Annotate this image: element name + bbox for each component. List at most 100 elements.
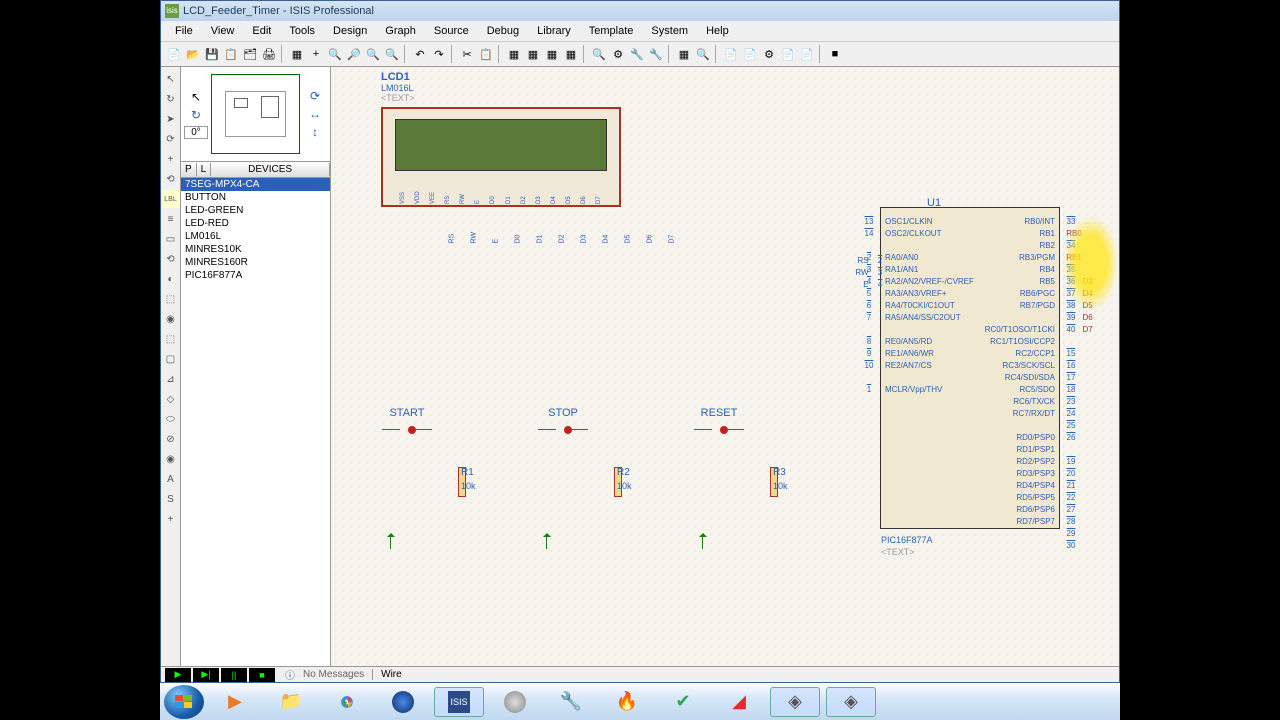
toolbar-btn-4[interactable]: 🗂 — [241, 45, 259, 63]
lcd-body[interactable]: VSSVDDVEERSRWED0D1D2D3D4D5D6D7 — [381, 107, 621, 207]
toolbar-btn-7[interactable]: ▦ — [288, 45, 306, 63]
isis-taskbar-icon[interactable]: ISIS — [434, 687, 484, 717]
button-circuit-reset[interactable]: RESET R310k — [649, 407, 789, 557]
mode-tool-22[interactable]: + — [162, 510, 180, 528]
toolbar-btn-2[interactable]: 💾 — [203, 45, 221, 63]
toolbar-btn-15[interactable]: ↷ — [430, 45, 448, 63]
mode-tool-10[interactable]: ◐ — [162, 270, 180, 288]
lcd-component[interactable]: LCD1 LM016L <TEXT> VSSVDDVEERSRWED0D1D2D… — [381, 71, 621, 207]
menu-library[interactable]: Library — [529, 23, 579, 39]
app-icon-diamond2[interactable]: ◈ — [826, 687, 876, 717]
mode-tool-6[interactable]: LBL — [162, 190, 180, 208]
menu-debug[interactable]: Debug — [479, 23, 527, 39]
toolbar-btn-0[interactable]: 📄 — [165, 45, 183, 63]
stop-button[interactable]: ■ — [249, 668, 275, 682]
start-button[interactable] — [164, 685, 204, 719]
mode-tool-5[interactable]: ⟲ — [162, 170, 180, 188]
toolbar-btn-21[interactable]: ▦ — [524, 45, 542, 63]
app-icon-tool[interactable]: 🔧 — [546, 687, 596, 717]
toolbar-btn-10[interactable]: 🔎 — [345, 45, 363, 63]
mode-tool-15[interactable]: ⊿ — [162, 370, 180, 388]
menu-edit[interactable]: Edit — [244, 23, 279, 39]
button-circuit-start[interactable]: START R110k — [337, 407, 477, 557]
toolbar-btn-20[interactable]: ▦ — [505, 45, 523, 63]
device-item[interactable]: BUTTON — [181, 191, 330, 204]
flip-v-icon[interactable]: ↕ — [312, 125, 318, 139]
toolbar-btn-11[interactable]: 🔍 — [364, 45, 382, 63]
toolbar-btn-27[interactable]: 🔧 — [628, 45, 646, 63]
toolbar-btn-9[interactable]: 🔍 — [326, 45, 344, 63]
step-button[interactable]: ▶| — [193, 668, 219, 682]
toolbar-btn-8[interactable]: + — [307, 45, 325, 63]
mode-tool-13[interactable]: ⬚ — [162, 330, 180, 348]
device-item[interactable]: MINRES10K — [181, 243, 330, 256]
arrow-cursor-icon[interactable]: ↖ — [191, 90, 201, 104]
mode-tool-4[interactable]: + — [162, 150, 180, 168]
device-item[interactable]: LED-RED — [181, 217, 330, 230]
mode-tool-9[interactable]: ⟲ — [162, 250, 180, 268]
refresh-icon[interactable]: ⟳ — [310, 89, 320, 103]
mode-tool-1[interactable]: ↻ — [162, 90, 180, 108]
mode-tool-19[interactable]: ◉ — [162, 450, 180, 468]
device-item[interactable]: LM016L — [181, 230, 330, 243]
menu-template[interactable]: Template — [581, 23, 642, 39]
switch-symbol[interactable] — [694, 423, 744, 437]
mode-tool-12[interactable]: ◉ — [162, 310, 180, 328]
toolbar-btn-39[interactable]: ■ — [826, 45, 844, 63]
switch-symbol[interactable] — [538, 423, 588, 437]
pick-button[interactable]: P — [181, 163, 197, 176]
mcu-body[interactable]: 131423456789101 OSC1/CLKINOSC2/CLKOUT RA… — [880, 207, 1060, 529]
flip-h-icon[interactable]: ↔ — [309, 107, 321, 121]
toolbar-btn-18[interactable]: 📋 — [477, 45, 495, 63]
toolbar-btn-33[interactable]: 📄 — [722, 45, 740, 63]
toolbar-btn-22[interactable]: ▦ — [543, 45, 561, 63]
library-button[interactable]: L — [197, 163, 212, 176]
mode-tool-16[interactable]: ◇ — [162, 390, 180, 408]
menu-source[interactable]: Source — [426, 23, 477, 39]
device-item[interactable]: LED-GREEN — [181, 204, 330, 217]
app-icon-red[interactable]: ◢ — [714, 687, 764, 717]
switch-symbol[interactable] — [382, 423, 432, 437]
device-list[interactable]: 7SEG-MPX4-CABUTTONLED-GREENLED-REDLM016L… — [181, 178, 330, 666]
toolbar-btn-26[interactable]: ⚙ — [609, 45, 627, 63]
mode-tool-7[interactable]: ≡ — [162, 210, 180, 228]
mode-tool-3[interactable]: ⟳ — [162, 130, 180, 148]
explorer-icon[interactable]: 📁 — [266, 687, 316, 717]
media-player-icon[interactable]: ▶ — [210, 687, 260, 717]
play-button[interactable]: ▶ — [165, 668, 191, 682]
menu-help[interactable]: Help — [698, 23, 737, 39]
toolbar-btn-36[interactable]: 📄 — [779, 45, 797, 63]
app-icon-gray[interactable] — [490, 687, 540, 717]
menu-view[interactable]: View — [203, 23, 243, 39]
mode-tool-21[interactable]: S — [162, 490, 180, 508]
overview-thumbnail[interactable] — [211, 74, 300, 154]
mode-tool-14[interactable]: ▢ — [162, 350, 180, 368]
toolbar-btn-37[interactable]: 📄 — [798, 45, 816, 63]
mode-tool-8[interactable]: ▭ — [162, 230, 180, 248]
resistor[interactable]: R210k — [603, 467, 633, 497]
app-icon-flame[interactable]: 🔥 — [602, 687, 652, 717]
toolbar-btn-34[interactable]: 📄 — [741, 45, 759, 63]
pause-button[interactable]: || — [221, 668, 247, 682]
toolbar-btn-1[interactable]: 📂 — [184, 45, 202, 63]
mode-tool-20[interactable]: A — [162, 470, 180, 488]
toolbar-btn-14[interactable]: ↶ — [411, 45, 429, 63]
rotation-input[interactable] — [184, 126, 208, 139]
mode-tool-0[interactable]: ↖ — [162, 70, 180, 88]
device-item[interactable]: 7SEG-MPX4-CA — [181, 178, 330, 191]
app-icon-check[interactable]: ✔ — [658, 687, 708, 717]
schematic-canvas[interactable]: LCD1 LM016L <TEXT> VSSVDDVEERSRWED0D1D2D… — [331, 67, 1119, 666]
menu-graph[interactable]: Graph — [377, 23, 424, 39]
toolbar-btn-3[interactable]: 📋 — [222, 45, 240, 63]
toolbar-btn-23[interactable]: ▦ — [562, 45, 580, 63]
windows-taskbar[interactable]: ▶ 📁 ISIS 🔧 🔥 ✔ ◢ ◈ ◈ — [160, 683, 1120, 720]
menu-system[interactable]: System — [643, 23, 696, 39]
toolbar-btn-35[interactable]: ⚙ — [760, 45, 778, 63]
rotate-cw-icon[interactable]: ↻ — [191, 108, 201, 122]
chrome-icon[interactable] — [322, 687, 372, 717]
toolbar-btn-30[interactable]: ▦ — [675, 45, 693, 63]
resistor[interactable]: R310k — [759, 467, 789, 497]
toolbar-btn-25[interactable]: 🔍 — [590, 45, 608, 63]
mode-tool-2[interactable]: ➤ — [162, 110, 180, 128]
mode-tool-17[interactable]: ⬭ — [162, 410, 180, 428]
